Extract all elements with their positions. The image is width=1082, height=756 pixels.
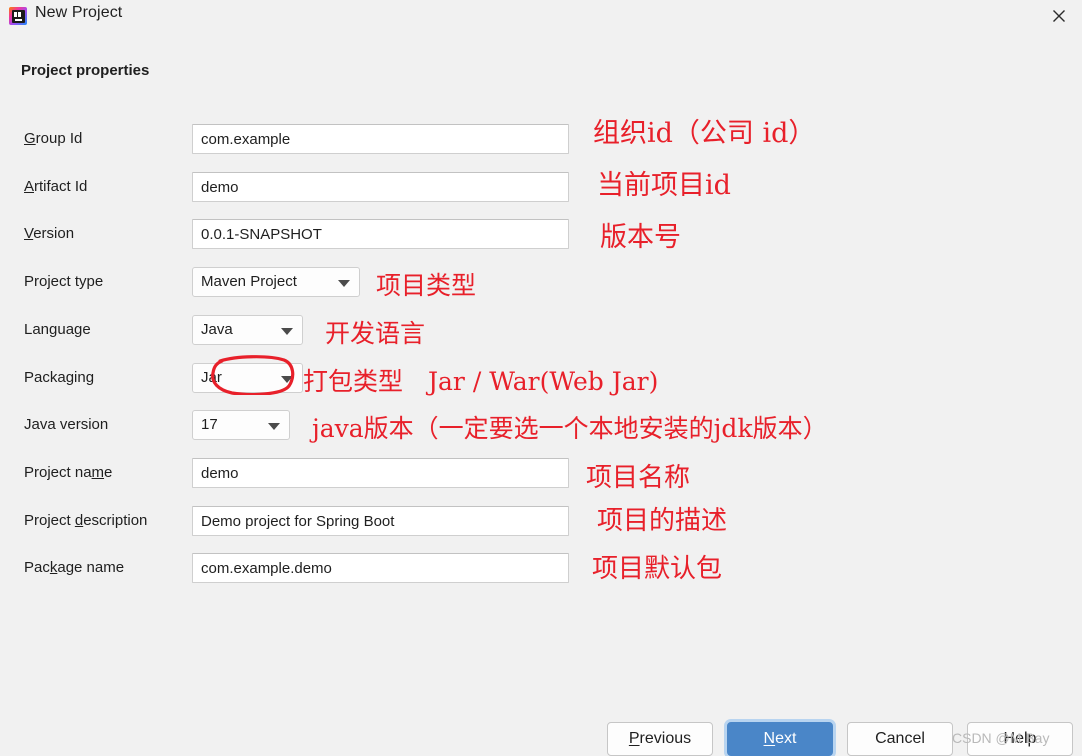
label-project-type: Project type (24, 273, 104, 290)
input-version[interactable] (192, 219, 569, 249)
cancel-button[interactable]: Cancel (847, 722, 953, 756)
next-button[interactable]: Next (727, 722, 833, 756)
label-project-description: Project description (24, 512, 148, 529)
previous-button-label: Previous (628, 730, 692, 747)
label-artifact-id: Artifact Id (24, 178, 88, 195)
select-value-project-type: Maven Project (201, 273, 297, 290)
label-group-id: Group Id (24, 130, 83, 147)
chevron-down-icon (268, 423, 280, 430)
select-project-type[interactable]: Maven Project (192, 267, 360, 297)
help-button-label: Help (1003, 730, 1037, 747)
chevron-down-icon (281, 328, 293, 335)
form-row-project-name: Project name (0, 458, 1082, 488)
previous-button[interactable]: Previous (607, 722, 713, 756)
label-project-name: Project name (24, 464, 113, 481)
input-project-description[interactable] (192, 506, 569, 536)
form-row-language: Language Java (0, 315, 1082, 345)
label-package-name: Package name (24, 559, 125, 576)
select-java-version[interactable]: 17 (192, 410, 290, 440)
form-row-version: Version (0, 219, 1082, 249)
label-java-version: Java version (24, 416, 109, 433)
input-artifact-id[interactable] (192, 172, 569, 202)
select-packaging[interactable]: Jar (192, 363, 303, 393)
chevron-down-icon (281, 376, 293, 383)
label-packaging: Packaging (24, 369, 95, 386)
form-row-project-description: Project description (0, 506, 1082, 536)
select-value-language: Java (201, 321, 233, 338)
select-language[interactable]: Java (192, 315, 303, 345)
input-project-name[interactable] (192, 458, 569, 488)
form-row-group-id: Group Id (0, 124, 1082, 154)
project-properties-form: Group Id Artifact Id Version Project type Ma… (0, 0, 1082, 756)
select-value-java-version: 17 (201, 416, 218, 433)
form-row-package-name: Package name (0, 553, 1082, 583)
form-row-java-version: Java version 17 (0, 410, 1082, 440)
input-group-id[interactable] (192, 124, 569, 154)
input-package-name[interactable] (192, 553, 569, 583)
form-row-artifact-id: Artifact Id (0, 172, 1082, 202)
help-button[interactable]: Help (967, 722, 1073, 756)
cancel-button-label: Cancel (875, 730, 925, 747)
label-language: Language (24, 321, 91, 338)
label-version: Version (24, 225, 75, 242)
new-project-dialog: New Project Project properties Group IdA… (0, 0, 1082, 756)
select-value-packaging: Jar (201, 369, 222, 386)
form-row-packaging: Packaging Jar (0, 363, 1082, 393)
form-row-project-type: Project type Maven Project (0, 267, 1082, 297)
next-button-label: Next (763, 730, 797, 747)
chevron-down-icon (338, 280, 350, 287)
